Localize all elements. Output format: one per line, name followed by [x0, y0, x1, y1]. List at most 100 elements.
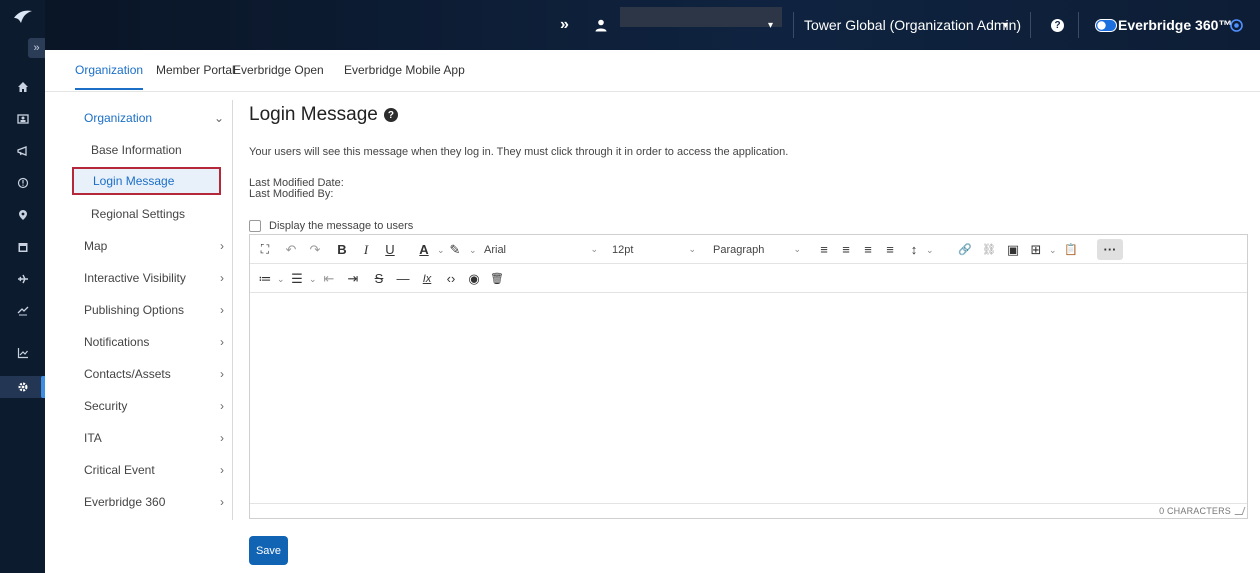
nav-label: Map — [84, 239, 108, 253]
nav-item-map[interactable]: Map › — [84, 239, 224, 253]
nav-item-critical-event[interactable]: Critical Event › — [84, 463, 224, 477]
text-color-button[interactable]: A — [415, 239, 433, 260]
org-dropdown-caret-icon[interactable]: ▾ — [1003, 0, 1008, 50]
nav-item-everbridge-360[interactable]: Everbridge 360 › — [84, 495, 224, 509]
user-dropdown-caret-icon[interactable]: ▾ — [768, 0, 773, 50]
nav-item-notifications[interactable]: Notifications › — [84, 335, 224, 349]
chevron-down-icon: ⌄ — [213, 111, 224, 125]
strikethrough-button[interactable]: S — [370, 268, 388, 289]
redo-icon[interactable]: ↷ — [306, 239, 324, 260]
highlight-color-button[interactable]: ✎ — [446, 239, 464, 260]
page-description: Your users will see this message when th… — [249, 146, 789, 158]
numbered-list-icon[interactable]: ≔ — [256, 268, 274, 289]
bold-button[interactable]: B — [333, 239, 351, 260]
chevron-down-icon[interactable]: ⌄ — [277, 274, 285, 285]
fullscreen-icon[interactable]: ⛶ — [256, 239, 274, 260]
chevron-down-icon[interactable]: ⌄ — [437, 245, 445, 256]
nav-label: Notifications — [84, 335, 150, 349]
tab-everbridge-mobile-app[interactable]: Everbridge Mobile App — [344, 63, 465, 77]
outdent-icon[interactable]: ⇤ — [320, 268, 338, 289]
contacts-icon[interactable] — [0, 108, 45, 130]
left-rail: » — [0, 0, 45, 573]
chevron-down-icon[interactable]: ⌄ — [1049, 245, 1057, 256]
chevron-down-icon: ⌄ — [688, 244, 696, 254]
horizontal-rule-icon[interactable]: — — [394, 268, 412, 289]
nav-item-security[interactable]: Security › — [84, 399, 224, 413]
tab-everbridge-open[interactable]: Everbridge Open — [233, 63, 324, 77]
unlink-icon[interactable]: ⛓ — [980, 239, 998, 260]
nav-item-base-information[interactable]: Base Information — [91, 143, 182, 157]
italic-button[interactable]: I — [357, 239, 375, 260]
nav-item-interactive-visibility[interactable]: Interactive Visibility › — [84, 271, 224, 285]
chevron-down-icon[interactable]: ⌄ — [309, 274, 317, 285]
tab-member-portal[interactable]: Member Portal — [156, 63, 235, 77]
align-left-icon[interactable]: ≡ — [815, 239, 833, 260]
save-button[interactable]: Save — [249, 536, 288, 565]
user-name-redacted — [620, 7, 782, 27]
align-center-icon[interactable]: ≡ — [837, 239, 855, 260]
divider — [1030, 12, 1031, 38]
resize-handle-icon[interactable] — [1234, 507, 1246, 515]
link-icon[interactable]: 🔗 — [956, 239, 974, 260]
menu-circle-icon[interactable] — [1230, 0, 1243, 50]
line-height-icon[interactable]: ↕ — [905, 239, 923, 260]
expand-rail-button[interactable]: » — [28, 38, 45, 58]
nav-item-regional-settings[interactable]: Regional Settings — [91, 207, 185, 221]
chevron-right-icon: › — [220, 271, 224, 285]
paste-icon[interactable]: 📋 — [1062, 239, 1080, 260]
nav-item-ita[interactable]: ITA › — [84, 431, 224, 445]
nav-section-organization[interactable]: Organization ⌄ — [84, 111, 224, 125]
page-title-text: Login Message — [249, 104, 378, 125]
user-icon[interactable] — [595, 0, 607, 50]
chevron-down-icon[interactable]: ⌄ — [469, 245, 477, 256]
preview-icon[interactable]: ◉ — [465, 268, 483, 289]
nav-item-publishing-options[interactable]: Publishing Options › — [84, 303, 224, 317]
bullet-list-icon[interactable]: ☰ — [288, 268, 306, 289]
font-size-value: 12pt — [612, 243, 634, 256]
analytics-icon[interactable] — [0, 342, 45, 364]
collapse-chevron-icon[interactable]: » — [560, 0, 569, 50]
indent-icon[interactable]: ⇥ — [344, 268, 362, 289]
chevron-right-icon: › — [220, 431, 224, 445]
font-size-select[interactable]: 12pt ⌄ — [612, 239, 696, 260]
home-icon[interactable] — [0, 76, 45, 98]
settings-icon[interactable] — [0, 376, 45, 398]
display-message-checkbox[interactable] — [249, 220, 261, 232]
location-icon[interactable] — [0, 204, 45, 226]
chevron-right-icon: › — [220, 399, 224, 413]
nav-item-contacts-assets[interactable]: Contacts/Assets › — [84, 367, 224, 381]
logo-icon[interactable] — [0, 0, 45, 34]
editor-content-area[interactable] — [250, 293, 1247, 504]
editor-status-bar: 0 CHARACTERS — [250, 503, 1247, 518]
font-family-select[interactable]: Arial ⌄ — [484, 239, 598, 260]
nav-label: Interactive Visibility — [84, 271, 186, 285]
help-icon[interactable]: ? — [383, 108, 398, 122]
undo-icon[interactable]: ↶ — [282, 239, 300, 260]
editor-toolbar-row-1: ⛶ ↶ ↷ B I U A ⌄ ✎ ⌄ Arial ⌄ 12pt ⌄ Parag… — [250, 235, 1247, 264]
underline-button[interactable]: U — [381, 239, 399, 260]
source-code-icon[interactable]: ‹› — [442, 268, 460, 289]
help-glyph: ? — [1051, 18, 1064, 32]
nav-item-login-message[interactable]: Login Message — [72, 167, 221, 195]
organization-selector[interactable]: Tower Global (Organization Admin) — [804, 0, 1021, 50]
image-icon[interactable]: ▣ — [1004, 239, 1022, 260]
tab-organization[interactable]: Organization — [75, 63, 144, 90]
more-options-button[interactable]: ··· — [1097, 239, 1123, 260]
delete-icon[interactable]: 🗑 — [488, 268, 506, 289]
travel-icon[interactable] — [0, 268, 45, 290]
table-icon[interactable]: ⊞ — [1027, 239, 1045, 260]
display-message-label: Display the message to users — [269, 220, 414, 232]
calendar-icon[interactable] — [0, 236, 45, 258]
clear-format-icon[interactable]: Ix — [418, 268, 436, 289]
trips-icon[interactable] — [0, 300, 45, 322]
help-icon[interactable]: ? — [1051, 0, 1064, 50]
align-right-icon[interactable]: ≡ — [859, 239, 877, 260]
nav-label: Critical Event — [84, 463, 155, 477]
alerts-icon[interactable] — [0, 140, 45, 162]
chevron-down-icon[interactable]: ⌄ — [926, 245, 934, 256]
toggle-icon[interactable] — [1095, 0, 1117, 50]
incidents-icon[interactable] — [0, 172, 45, 194]
justify-icon[interactable]: ≡ — [881, 239, 899, 260]
block-format-select[interactable]: Paragraph ⌄ — [713, 239, 801, 260]
chevron-right-icon: › — [220, 463, 224, 477]
